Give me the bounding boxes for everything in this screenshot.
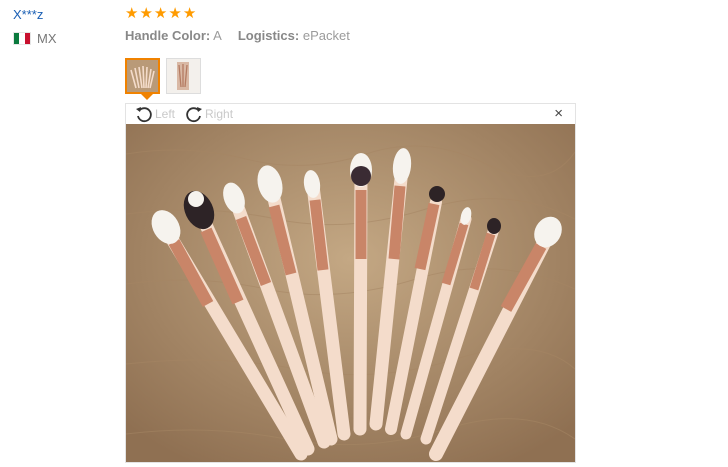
handle-color-value: A [213, 28, 222, 43]
viewer-toolbar: Left Right × [126, 104, 575, 124]
user-country: MX [13, 31, 57, 46]
rotate-left-button[interactable]: Left [135, 105, 175, 123]
handle-color: Handle Color: A [125, 28, 222, 43]
review-thumbnail-1[interactable] [125, 58, 160, 94]
rotate-right-button[interactable]: Right [185, 105, 233, 123]
rotate-left-icon [135, 105, 153, 123]
country-code: MX [37, 31, 57, 46]
review-thumbnail-2[interactable] [166, 58, 201, 94]
active-thumbnail-pointer [141, 94, 153, 100]
mexico-flag-icon [13, 32, 31, 45]
logistics-value: ePacket [302, 28, 350, 43]
review-photo [126, 124, 575, 462]
rating-stars: ★ ★ ★ ★ ★ [125, 5, 196, 23]
user-name[interactable]: X***z [13, 7, 43, 22]
rotate-right-label: Right [205, 107, 234, 121]
handle-color-label: Handle Color: [125, 28, 211, 43]
close-icon[interactable]: × [554, 105, 563, 122]
review-thumbnails [125, 58, 201, 94]
rotate-left-label: Left [155, 107, 176, 121]
rotate-right-icon [185, 105, 203, 123]
logistics: Logistics: ePacket [238, 28, 350, 43]
star-icon: ★ [153, 5, 168, 22]
star-icon: ★ [125, 5, 139, 22]
review-meta: Handle Color: A Logistics: ePacket [125, 28, 350, 43]
star-icon: ★ [139, 5, 153, 22]
star-icon: ★ [168, 5, 182, 22]
star-icon: ★ [182, 5, 197, 22]
logistics-label: Logistics: [237, 28, 300, 43]
image-viewer: Left Right × [125, 103, 576, 463]
